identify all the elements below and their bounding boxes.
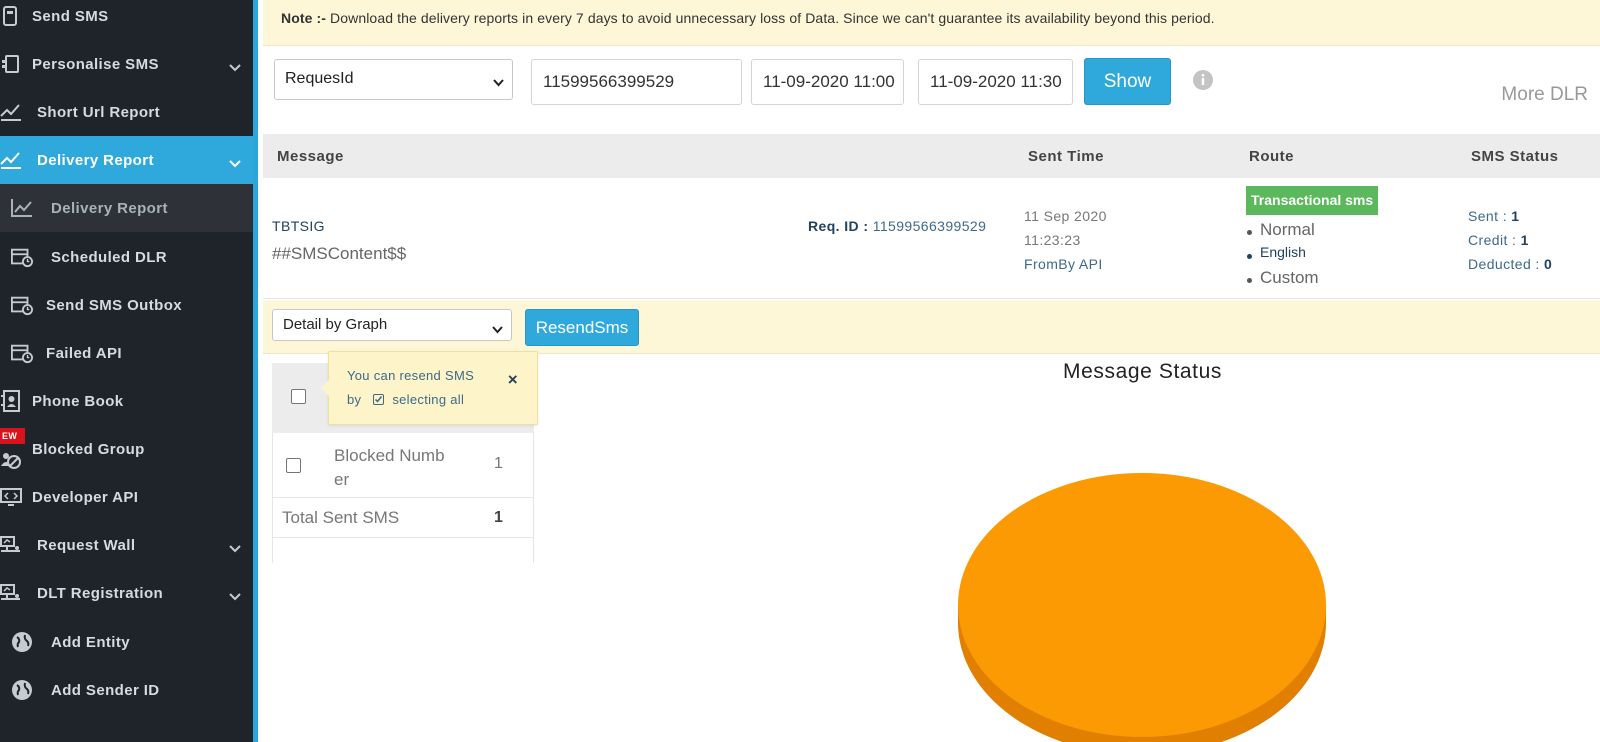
sidebar: Send SMS Personalise SMS Short Url Repor… bbox=[0, 0, 258, 742]
chevron-down-icon bbox=[229, 155, 241, 168]
sidebar-item-label: Request Wall bbox=[37, 536, 136, 554]
sidebar-item-label: Short Url Report bbox=[37, 103, 161, 121]
calendar-clock-icon bbox=[11, 246, 33, 268]
network-icon bbox=[0, 534, 22, 556]
chevron-down-icon bbox=[229, 59, 241, 72]
sidebar-item-blocked-group[interactable]: EW Blocked Group bbox=[0, 425, 253, 473]
sidebar-subitem-add-sender-id[interactable]: Add Sender ID bbox=[0, 666, 253, 714]
monitor-code-icon bbox=[0, 486, 22, 508]
pie-slice[interactable] bbox=[958, 473, 1326, 737]
chart-line-icon bbox=[11, 197, 33, 219]
sidebar-subitem-delivery-report[interactable]: Delivery Report bbox=[0, 184, 253, 232]
chart-line-icon bbox=[0, 149, 22, 171]
calendar-clock-icon bbox=[11, 342, 33, 364]
sidebar-item-label: Blocked Group bbox=[32, 440, 145, 458]
main-content: Note :- Download the delivery reports in… bbox=[263, 0, 1600, 742]
sidebar-subitem-failed-api[interactable]: Failed API bbox=[0, 329, 253, 377]
sidebar-item-label: Delivery Report bbox=[51, 199, 168, 217]
pie-chart bbox=[958, 473, 1326, 742]
chart-line-icon bbox=[0, 101, 22, 123]
sidebar-item-send-sms[interactable]: Send SMS bbox=[0, 0, 253, 40]
globe-icon bbox=[11, 679, 33, 701]
send-sms-icon bbox=[0, 5, 22, 27]
sidebar-item-label: Send SMS bbox=[32, 7, 109, 25]
pie-slices bbox=[958, 473, 1326, 742]
sidebar-item-label: DLT Registration bbox=[37, 584, 164, 602]
contact-book-icon bbox=[0, 390, 22, 412]
sidebar-item-label: Developer API bbox=[32, 488, 139, 506]
sidebar-subitem-scheduled-dlr[interactable]: Scheduled DLR bbox=[0, 233, 253, 281]
sidebar-item-phone-book[interactable]: Phone Book bbox=[0, 377, 253, 425]
chevron-down-icon bbox=[229, 540, 241, 553]
calendar-clock-icon bbox=[11, 294, 33, 316]
sidebar-item-label: Add Entity bbox=[51, 633, 130, 651]
sidebar-item-delivery-report[interactable]: Delivery Report bbox=[0, 136, 253, 184]
globe-icon bbox=[11, 631, 33, 653]
sidebar-item-label: Phone Book bbox=[32, 392, 124, 410]
sidebar-item-label: Delivery Report bbox=[37, 151, 154, 169]
sidebar-item-personalise-sms[interactable]: Personalise SMS bbox=[0, 40, 253, 88]
sidebar-subitem-add-entity[interactable]: Add Entity bbox=[0, 618, 253, 666]
sidebar-item-label: Add Sender ID bbox=[51, 681, 160, 699]
personalise-icon bbox=[0, 53, 22, 75]
new-badge: EW bbox=[0, 428, 25, 444]
sidebar-item-request-wall[interactable]: Request Wall bbox=[0, 521, 253, 569]
network-icon bbox=[0, 582, 22, 604]
sidebar-item-label: Send SMS Outbox bbox=[46, 296, 183, 314]
sidebar-subitem-send-sms-outbox[interactable]: Send SMS Outbox bbox=[0, 281, 253, 329]
sidebar-item-dlt-registration[interactable]: DLT Registration bbox=[0, 569, 253, 617]
sidebar-item-developer-api[interactable]: Developer API bbox=[0, 473, 253, 521]
sidebar-item-label: Failed API bbox=[46, 344, 122, 362]
blocked-group-icon bbox=[0, 449, 22, 471]
chevron-down-icon bbox=[229, 588, 241, 601]
sidebar-item-short-url-report[interactable]: Short Url Report bbox=[0, 88, 253, 136]
sidebar-item-label: Scheduled DLR bbox=[51, 248, 168, 266]
sidebar-item-label: Personalise SMS bbox=[32, 55, 159, 73]
